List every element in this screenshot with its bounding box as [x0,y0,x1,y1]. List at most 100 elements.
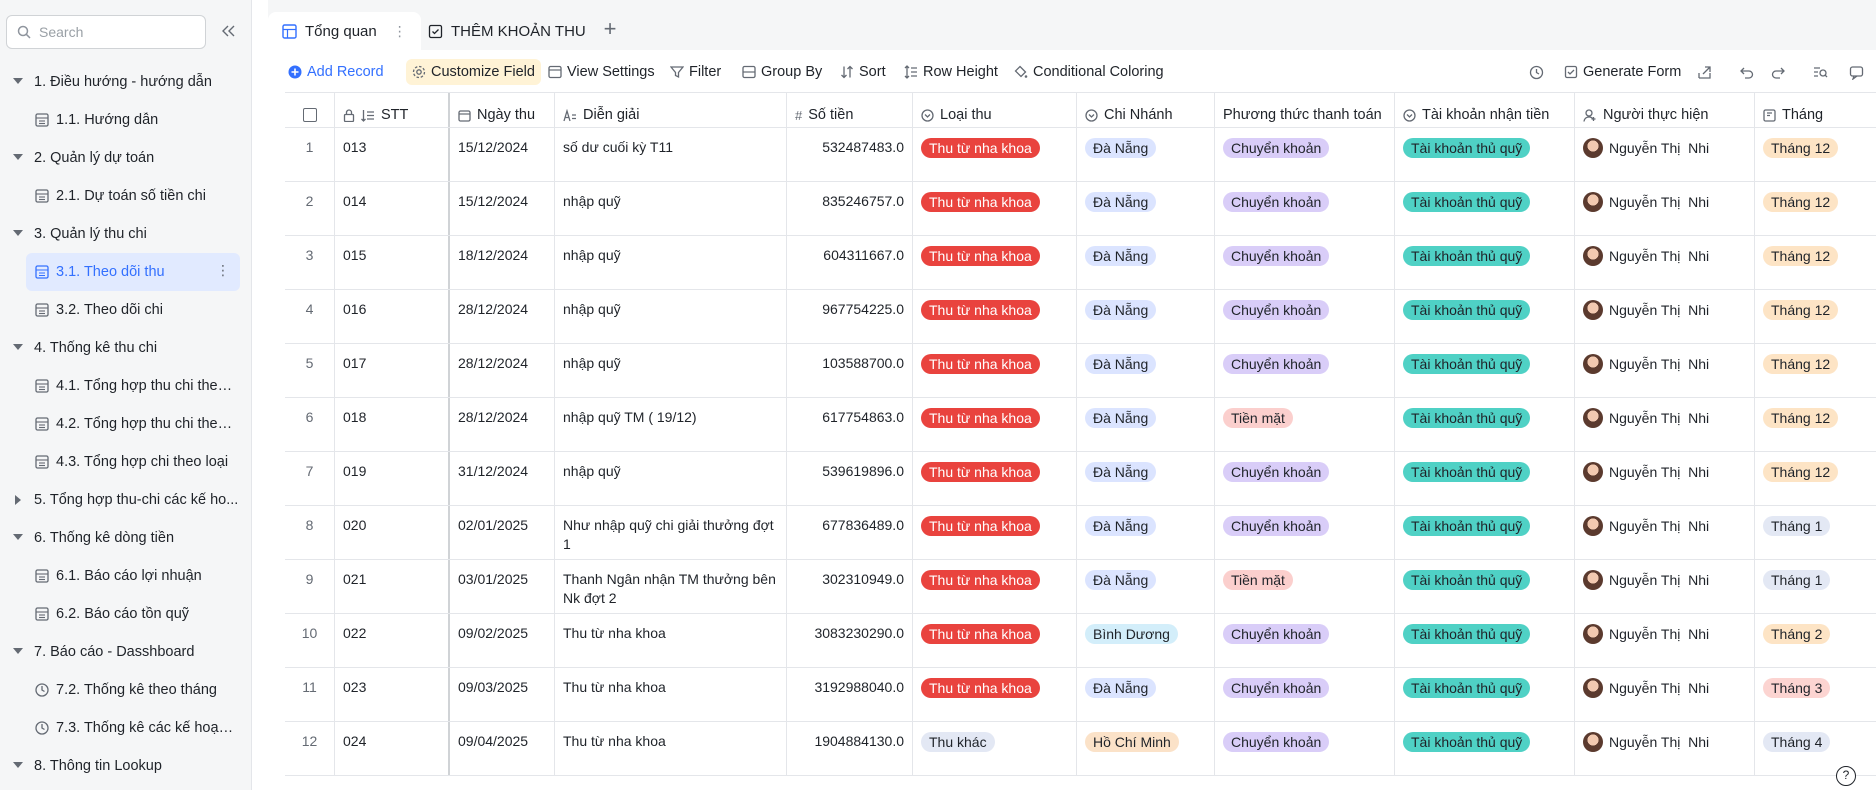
cell-date[interactable]: 28/12/2024 [450,344,555,397]
cell-account[interactable]: Tài khoản thủ quỹ [1395,614,1575,667]
cell-account[interactable]: Tài khoản thủ quỹ [1395,398,1575,451]
add-view-icon[interactable]: + [598,18,622,42]
view-settings-button[interactable]: View Settings [548,59,655,85]
sidebar-item[interactable]: 2.1. Dự toán số tiền chi [0,177,252,215]
sort-button[interactable]: Sort [840,59,886,85]
cell-type[interactable]: Thu từ nha khoa [913,506,1077,559]
cell-branch[interactable]: Hồ Chí Minh [1077,722,1215,775]
cell-account[interactable]: Tài khoản thủ quỹ [1395,128,1575,181]
column-header-stt[interactable]: STT [335,93,450,127]
cell-type[interactable]: Thu từ nha khoa [913,344,1077,397]
cell-type[interactable]: Thu từ nha khoa [913,452,1077,505]
cell-account[interactable]: Tài khoản thủ quỹ [1395,344,1575,397]
column-header-ngay-thu[interactable]: Ngày thu [450,93,555,127]
sidebar-item[interactable]: 4.2. Tổng hợp thu chi theo... [0,405,252,443]
cell-type[interactable]: Thu từ nha khoa [913,182,1077,235]
table-row[interactable]: 1 013 15/12/2024 số dư cuối kỳ T11 532487483… [285,128,1876,182]
cell-desc[interactable]: nhập quỹ [555,182,787,235]
cell-idx[interactable]: 10 [285,614,335,667]
search-input[interactable] [39,24,189,40]
cell-amount[interactable]: 103588700.0 [787,344,913,397]
cell-month[interactable]: Tháng 12 [1755,452,1876,505]
cell-stt[interactable]: 017 [335,344,450,397]
search-records-icon[interactable] [1810,62,1830,82]
cell-branch[interactable]: Đà Nẵng [1077,236,1215,289]
group-by-button[interactable]: Group By [742,59,822,85]
cell-account[interactable]: Tài khoản thủ quỹ [1395,722,1575,775]
cell-amount[interactable]: 967754225.0 [787,290,913,343]
cell-branch[interactable]: Đà Nẵng [1077,398,1215,451]
table-row[interactable]: 11 023 09/03/2025 Thu từ nha khoa 3192988040… [285,668,1876,722]
cell-desc[interactable]: nhập quỹ [555,344,787,397]
more-options-icon[interactable]: ⋮ [216,263,230,277]
sidebar-group[interactable]: 1. Điều hướng - hướng dẫn [0,63,252,101]
cell-method[interactable]: Chuyển khoản [1215,236,1395,289]
column-header-so-tien[interactable]: # Số tiền [787,93,913,127]
table-row[interactable]: 4 016 28/12/2024 nhập quỹ 967754225.0 Thu từ … [285,290,1876,344]
cell-method[interactable]: Chuyển khoản [1215,506,1395,559]
cell-branch[interactable]: Đà Nẵng [1077,344,1215,397]
cell-stt[interactable]: 013 [335,128,450,181]
cell-month[interactable]: Tháng 1 [1755,560,1876,613]
cell-method[interactable]: Tiền mặt [1215,560,1395,613]
cell-branch[interactable]: Đà Nẵng [1077,506,1215,559]
cell-idx[interactable]: 4 [285,290,335,343]
cell-desc[interactable]: Như nhập quỹ chi giải thưởng đợt 1 [555,506,787,559]
cell-desc[interactable]: nhập quỹ [555,452,787,505]
cell-stt[interactable]: 023 [335,668,450,721]
sidebar-item[interactable]: 1.1. Hướng dẫn [0,101,252,139]
cell-method[interactable]: Chuyển khoản [1215,722,1395,775]
sidebar-item[interactable]: 7.3. Thống kê các kế hoạc... [0,709,252,747]
cell-account[interactable]: Tài khoản thủ quỹ [1395,668,1575,721]
cell-person[interactable]: Nguyễn Thị Nhi [1575,614,1755,667]
cell-type[interactable]: Thu từ nha khoa [913,668,1077,721]
cell-branch[interactable]: Đà Nẵng [1077,182,1215,235]
cell-amount[interactable]: 302310949.0 [787,560,913,613]
cell-stt[interactable]: 014 [335,182,450,235]
column-header-thang[interactable]: Tháng [1755,93,1876,127]
cell-account[interactable]: Tài khoản thủ quỹ [1395,560,1575,613]
cell-idx[interactable]: 6 [285,398,335,451]
cell-method[interactable]: Chuyển khoản [1215,182,1395,235]
cell-branch[interactable]: Đà Nẵng [1077,290,1215,343]
cell-account[interactable]: Tài khoản thủ quỹ [1395,236,1575,289]
cell-month[interactable]: Tháng 1 [1755,506,1876,559]
cell-month[interactable]: Tháng 2 [1755,614,1876,667]
redo-icon[interactable] [1768,62,1788,82]
cell-month[interactable]: Tháng 12 [1755,344,1876,397]
cell-method[interactable]: Chuyển khoản [1215,452,1395,505]
column-header-chi-nhanh[interactable]: Chi Nhánh [1077,93,1215,127]
filter-button[interactable]: Filter [670,59,721,85]
add-record-button[interactable]: Add Record [288,59,384,85]
cell-branch[interactable]: Bình Dương [1077,614,1215,667]
cell-person[interactable]: Nguyễn Thị Nhi [1575,290,1755,343]
column-header-phuong-thuc[interactable]: Phương thức thanh toán [1215,93,1395,127]
table-row[interactable]: 9 021 03/01/2025 Thanh Ngân nhận TM thưởng … [285,560,1876,614]
cell-date[interactable]: 02/01/2025 [450,506,555,559]
cell-person[interactable]: Nguyễn Thị Nhi [1575,560,1755,613]
cell-method[interactable]: Chuyển khoản [1215,668,1395,721]
table-row[interactable]: 10 022 09/02/2025 Thu từ nha khoa 3083230290… [285,614,1876,668]
cell-desc[interactable]: số dư cuối kỳ T11 [555,128,787,181]
caret-down-icon[interactable] [13,648,23,654]
sidebar-group[interactable]: 2. Quản lý dự toán [0,139,252,177]
cell-amount[interactable]: 617754863.0 [787,398,913,451]
table-row[interactable]: 2 014 15/12/2024 nhập quỹ 835246757.0 Thu từ … [285,182,1876,236]
cell-account[interactable]: Tài khoản thủ quỹ [1395,506,1575,559]
cell-branch[interactable]: Đà Nẵng [1077,668,1215,721]
cell-amount[interactable]: 539619896.0 [787,452,913,505]
cell-month[interactable]: Tháng 12 [1755,290,1876,343]
cell-type[interactable]: Thu từ nha khoa [913,614,1077,667]
cell-type[interactable]: Thu từ nha khoa [913,290,1077,343]
cell-method[interactable]: Tiền mặt [1215,398,1395,451]
caret-down-icon[interactable] [13,762,23,768]
history-icon[interactable] [1526,62,1546,82]
cell-type[interactable]: Thu từ nha khoa [913,560,1077,613]
table-row[interactable]: 12 024 09/04/2025 Thu từ nha khoa 1904884130… [285,722,1876,776]
cell-type[interactable]: Thu từ nha khoa [913,236,1077,289]
cell-idx[interactable]: 9 [285,560,335,613]
sidebar-item[interactable]: 6.2. Báo cáo tồn quỹ [0,595,252,633]
cell-date[interactable]: 31/12/2024 [450,452,555,505]
sidebar-item[interactable]: 6.1. Báo cáo lợi nhuận [0,557,252,595]
collapse-sidebar-icon[interactable] [218,20,240,42]
